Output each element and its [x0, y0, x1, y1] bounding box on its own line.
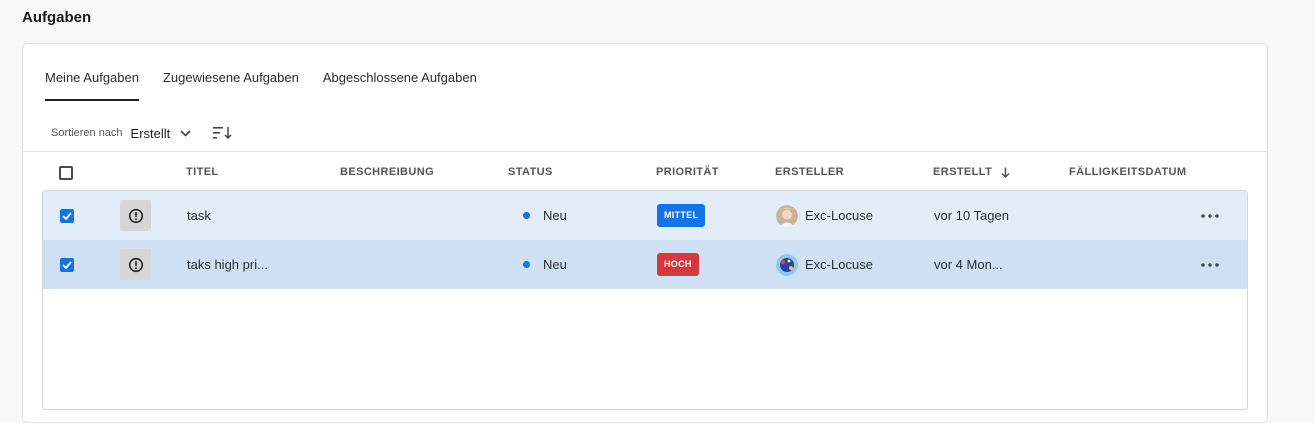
priority-badge: HOCH: [657, 253, 699, 276]
table-body: task Neu MITTEL Exc-Locuse vor 10 Tagen …: [42, 190, 1248, 410]
tab-my-tasks[interactable]: Meine Aufgaben: [45, 69, 139, 101]
column-header-due-date[interactable]: FÄLLIGKEITSDATUM: [1069, 166, 1186, 178]
table-header: TITEL BESCHREIBUNG STATUS PRIORITÄT ERST…: [42, 160, 1248, 188]
row-type-cell: [120, 240, 151, 289]
sort-dropdown[interactable]: Erstellt: [131, 126, 192, 141]
arrow-down-icon: [1001, 167, 1010, 178]
page-title: Aufgaben: [22, 9, 92, 26]
row-checkbox[interactable]: [60, 257, 74, 272]
row-creator: Exc-Locuse: [776, 240, 873, 289]
tasks-card: Meine Aufgaben Zugewiesene Aufgaben Abge…: [22, 43, 1268, 423]
column-header-title[interactable]: TITEL: [186, 166, 219, 178]
sort-order-icon: [213, 127, 232, 140]
sort-order-button[interactable]: [213, 126, 233, 140]
column-header-description[interactable]: BESCHREIBUNG: [340, 166, 434, 178]
row-status: Neu: [523, 191, 567, 240]
column-header-priority[interactable]: PRIORITÄT: [656, 166, 719, 178]
more-actions-button[interactable]: [1201, 191, 1219, 240]
row-creator: Exc-Locuse: [776, 191, 873, 240]
row-priority: MITTEL: [657, 191, 706, 240]
avatar: [776, 253, 798, 276]
more-actions-button[interactable]: [1201, 240, 1219, 289]
table-row[interactable]: taks high pri... Neu HOCH Exc-Locuse vor…: [43, 240, 1247, 289]
row-title[interactable]: taks high pri...: [187, 240, 268, 289]
row-type-cell: [120, 191, 151, 240]
checkmark-icon: [62, 211, 72, 220]
table-row[interactable]: task Neu MITTEL Exc-Locuse vor 10 Tagen: [43, 191, 1247, 240]
chevron-down-icon: [180, 129, 191, 137]
row-checkbox[interactable]: [60, 208, 74, 223]
checkmark-icon: [62, 260, 72, 269]
column-header-creator[interactable]: ERSTELLER: [775, 166, 844, 178]
alert-circle-icon[interactable]: [120, 249, 151, 280]
creator-name: Exc-Locuse: [805, 208, 873, 223]
select-all-cell: [59, 166, 73, 183]
row-priority: HOCH: [657, 240, 699, 289]
priority-badge: MITTEL: [657, 204, 706, 227]
status-dot: [523, 212, 530, 219]
sort-value: Erstellt: [130, 125, 171, 141]
tab-assigned-tasks[interactable]: Zugewiesene Aufgaben: [163, 69, 299, 101]
tab-completed-tasks[interactable]: Abgeschlossene Aufgaben: [323, 69, 477, 101]
alert-circle-icon[interactable]: [120, 200, 151, 231]
select-all-checkbox[interactable]: [59, 166, 73, 180]
status-text: Neu: [543, 208, 567, 223]
tab-list: Meine Aufgaben Zugewiesene Aufgaben Abge…: [45, 69, 477, 101]
sort-bar: Sortieren nach Erstellt: [51, 122, 233, 144]
column-header-created: ERSTELLT: [933, 166, 993, 178]
row-title[interactable]: task: [187, 191, 211, 240]
row-checkbox-cell: [60, 191, 74, 240]
more-icon: [1201, 262, 1219, 267]
divider: [23, 151, 1267, 152]
column-header-created-wrap[interactable]: ERSTELLT: [933, 166, 1010, 178]
row-checkbox-cell: [60, 240, 74, 289]
row-created: vor 10 Tagen: [934, 208, 1009, 223]
more-icon: [1201, 213, 1219, 218]
sort-label: Sortieren nach: [51, 127, 123, 139]
status-dot: [523, 261, 530, 268]
avatar: [776, 204, 798, 227]
row-created: vor 4 Mon...: [934, 257, 1003, 272]
creator-name: Exc-Locuse: [805, 257, 873, 272]
status-text: Neu: [543, 257, 567, 272]
row-status: Neu: [523, 240, 567, 289]
column-header-status[interactable]: STATUS: [508, 166, 553, 178]
